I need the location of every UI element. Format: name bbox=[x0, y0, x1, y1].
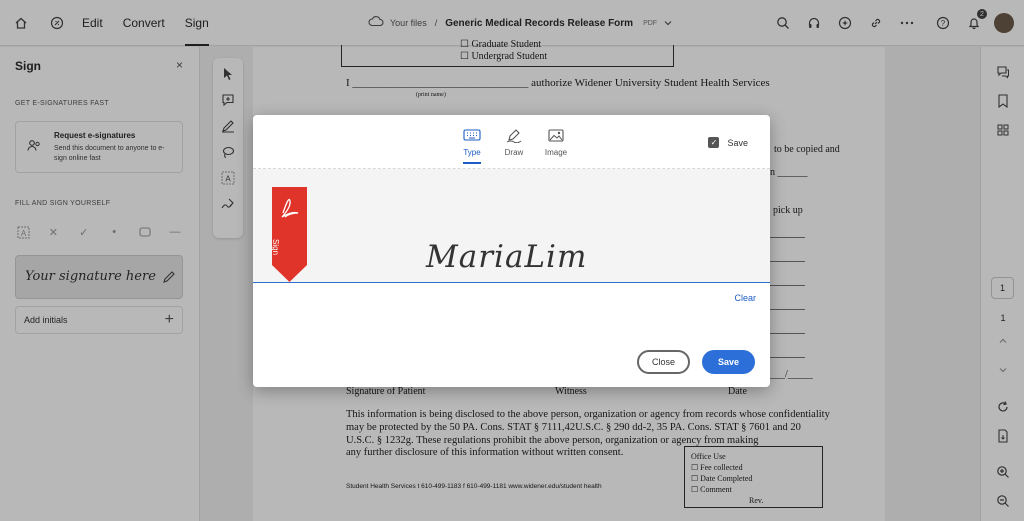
signature-canvas[interactable]: Sign MariaLim bbox=[253, 169, 770, 283]
close-button[interactable]: Close bbox=[637, 350, 690, 374]
checkbox-checked-icon: ✓ bbox=[708, 137, 720, 148]
tab-type[interactable]: Type bbox=[458, 127, 486, 164]
adobe-sign-flag-icon bbox=[272, 187, 307, 282]
draw-pen-nib-icon bbox=[505, 127, 523, 143]
signature-dialog: Type Draw Image ✓ Save Sign MariaLim Cle… bbox=[253, 115, 770, 387]
signature-mode-tabs: Type Draw Image bbox=[458, 127, 570, 164]
save-signature-checkbox[interactable]: ✓ Save bbox=[708, 137, 748, 148]
tab-draw-label: Draw bbox=[504, 148, 524, 157]
tab-image-label: Image bbox=[544, 148, 568, 157]
sign-flag-label: Sign bbox=[271, 239, 280, 256]
tab-draw[interactable]: Draw bbox=[500, 127, 528, 164]
keyboard-icon bbox=[463, 127, 481, 143]
clear-link[interactable]: Clear bbox=[734, 293, 756, 303]
save-checkbox-label: Save bbox=[727, 137, 748, 148]
save-button[interactable]: Save bbox=[702, 350, 755, 374]
typed-signature: MariaLim bbox=[426, 239, 588, 275]
tab-image[interactable]: Image bbox=[542, 127, 570, 164]
image-icon bbox=[547, 127, 565, 143]
tab-type-label: Type bbox=[463, 148, 481, 164]
signature-baseline bbox=[253, 282, 770, 283]
